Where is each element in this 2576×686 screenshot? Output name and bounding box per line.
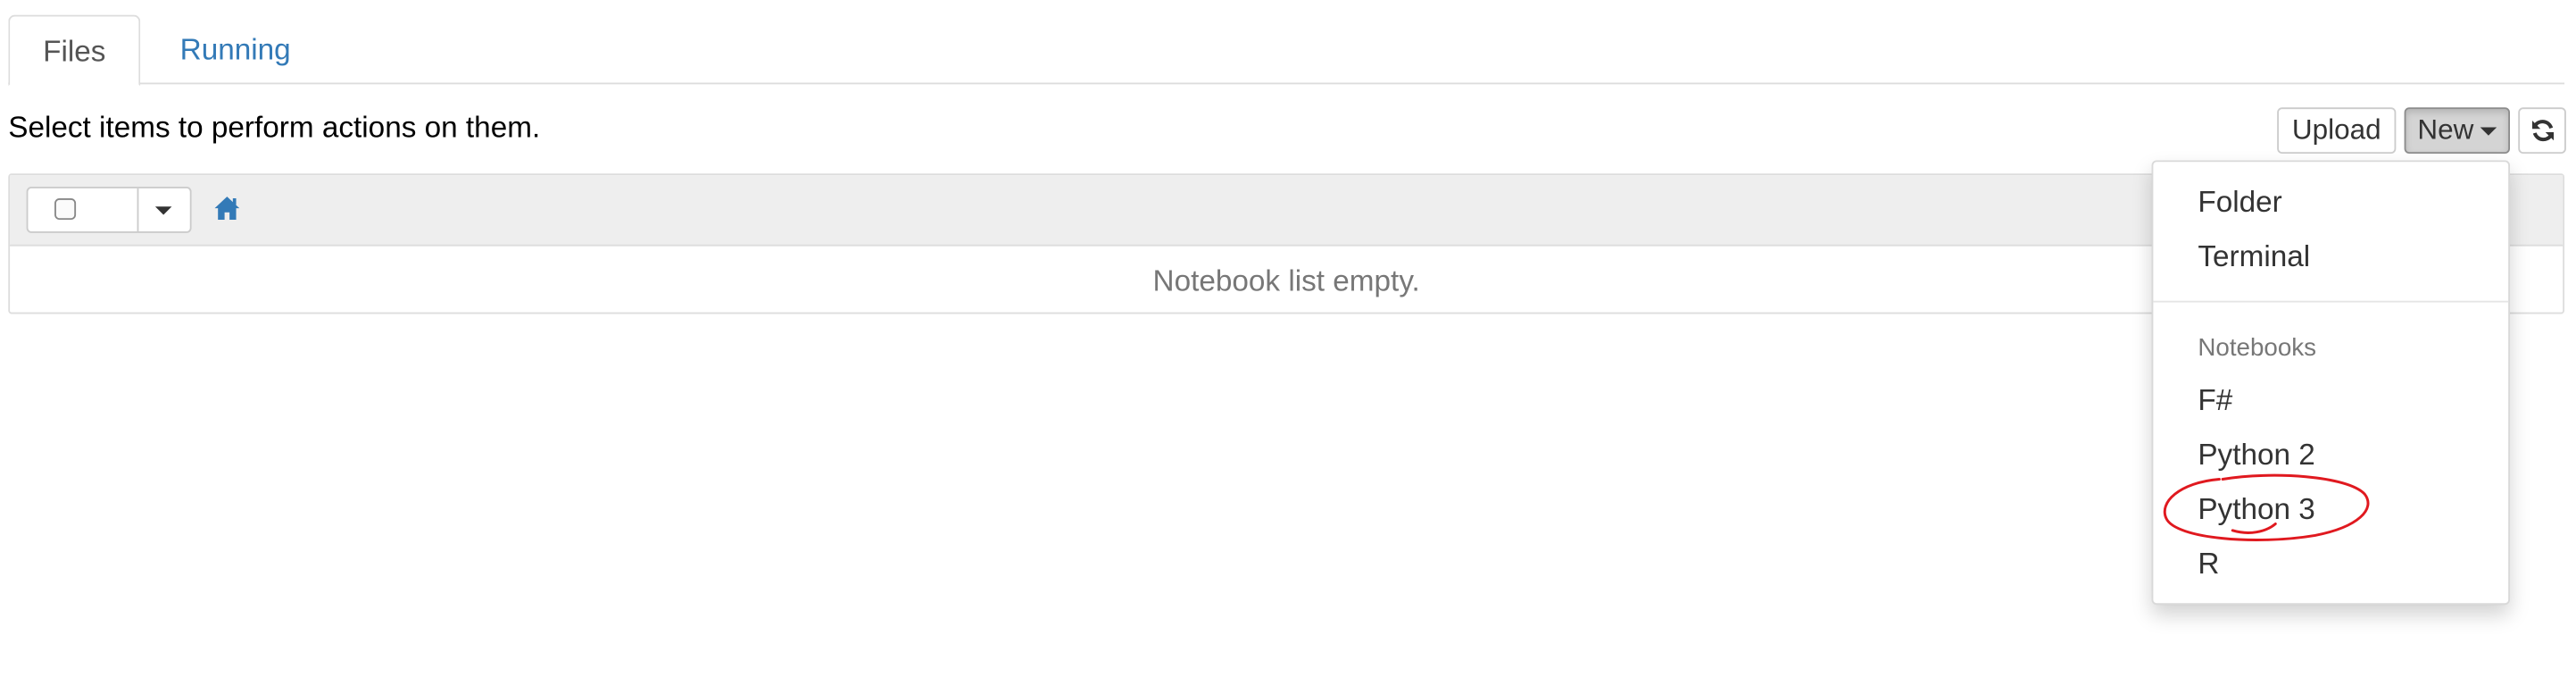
refresh-button[interactable] (2518, 107, 2566, 155)
select-menu-toggle[interactable] (137, 188, 192, 231)
select-all-checkbox[interactable] (54, 198, 77, 221)
select-all-wrapper[interactable] (28, 188, 139, 231)
menu-header-notebooks: Notebooks (2198, 333, 2317, 363)
caret-down-icon (2480, 127, 2497, 136)
new-dropdown-menu: Folder Terminal Notebooks F# Python 2 Py… (2151, 160, 2510, 606)
menu-item-fsharp[interactable]: F# (2198, 383, 2232, 418)
tab-running[interactable]: Running (147, 15, 324, 81)
menu-divider (2153, 300, 2509, 303)
home-icon[interactable] (213, 195, 241, 222)
tab-files[interactable]: Files (8, 14, 141, 87)
menu-item-terminal[interactable]: Terminal (2198, 239, 2310, 274)
new-button-label: New (2417, 113, 2474, 146)
jupyter-files-page: Files Running Select items to perform ac… (0, 0, 2576, 678)
selection-hint: Select items to perform actions on them. (8, 110, 541, 144)
caret-down-icon (154, 206, 172, 215)
select-all-group (26, 187, 192, 233)
menu-item-python2[interactable]: Python 2 (2198, 438, 2314, 473)
menu-item-folder[interactable]: Folder (2198, 185, 2281, 220)
upload-button[interactable]: Upload (2277, 107, 2397, 155)
new-button[interactable]: New (2404, 107, 2510, 155)
menu-item-r[interactable]: R (2198, 547, 2219, 581)
menu-item-python3[interactable]: Python 3 (2198, 492, 2314, 527)
refresh-icon (2531, 120, 2554, 142)
tab-bar: Files Running (8, 14, 2565, 87)
